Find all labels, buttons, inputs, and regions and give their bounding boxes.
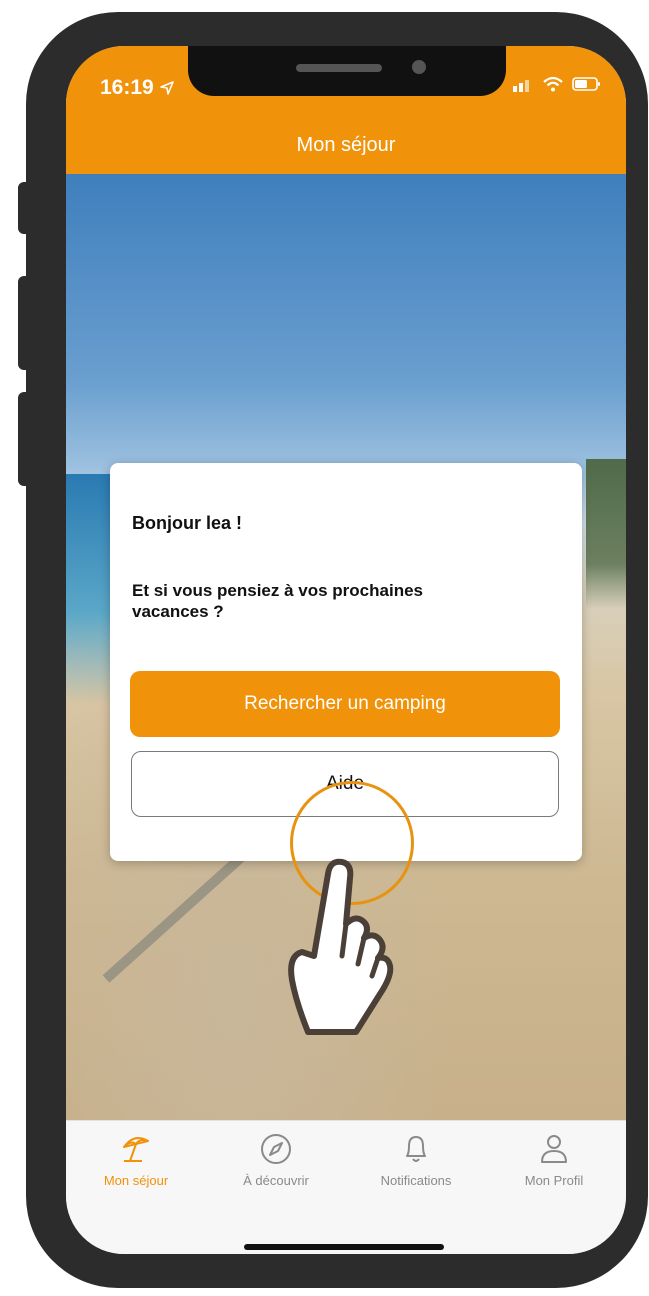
user-icon [541, 1135, 567, 1163]
status-time: 16:19 [100, 76, 174, 100]
battery-icon [572, 77, 600, 91]
tab-label-mon-sejour: Mon séjour [103, 1173, 169, 1188]
top-bar: 16:19 Mon séjour [66, 46, 626, 174]
greeting-text: Bonjour lea ! [132, 513, 243, 533]
tab-a-decouvrir[interactable]: À découvrir [206, 1131, 346, 1188]
wifi-icon [543, 76, 563, 92]
speaker [296, 64, 382, 72]
mute-switch [18, 182, 32, 234]
tab-mon-sejour[interactable]: Mon séjour [66, 1131, 206, 1188]
compass-icon [261, 1134, 291, 1164]
volume-down-button [18, 392, 32, 486]
bottom-tab-bar: Mon séjour À découvrir Notifications Mon… [66, 1120, 626, 1254]
location-arrow-icon [159, 81, 174, 96]
bell-icon [406, 1136, 426, 1162]
notch [188, 46, 506, 96]
page-title: Mon séjour [296, 134, 396, 156]
signal-icon [513, 80, 529, 92]
front-camera [412, 60, 426, 74]
tab-label-a-decouvrir: À découvrir [243, 1173, 309, 1188]
home-indicator [244, 1244, 444, 1250]
tab-mon-profil[interactable]: Mon Profil [484, 1131, 624, 1188]
tab-label-notifications: Notifications [380, 1173, 452, 1188]
volume-up-button [18, 276, 32, 370]
search-camping-button[interactable]: Rechercher un camping [130, 671, 560, 737]
status-icons [512, 76, 602, 92]
tab-label-mon-profil: Mon Profil [524, 1173, 584, 1188]
forest-area [586, 459, 626, 609]
tab-notifications[interactable]: Notifications [346, 1131, 486, 1188]
phone-screen: 16:19 Mon séjour Bonjour lea ! Et si vou… [66, 46, 626, 1254]
pointing-hand-icon [288, 858, 394, 1035]
beach-umbrella-icon [123, 1137, 149, 1162]
question-text: Et si vous pensiez à vos prochaines vaca… [132, 581, 423, 621]
